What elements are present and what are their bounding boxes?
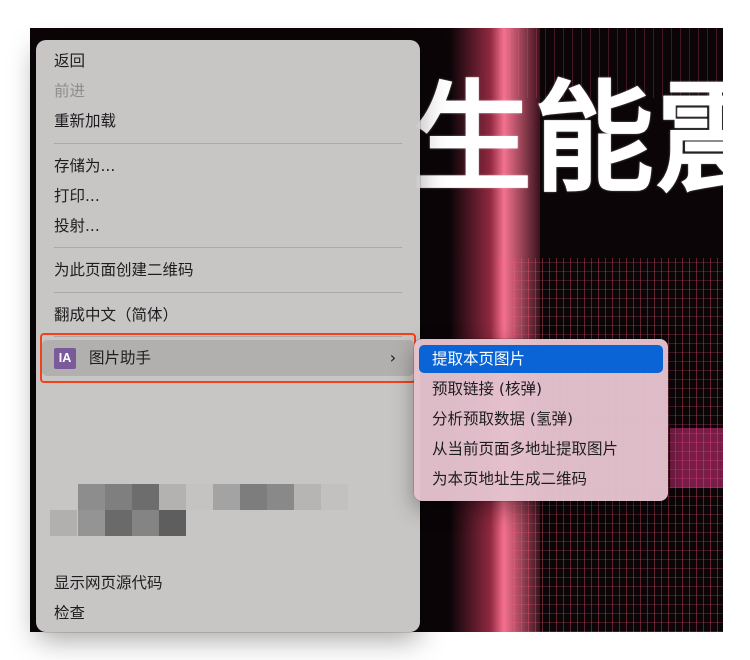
ia-extension-icon: IA	[54, 348, 76, 369]
menu-separator	[54, 143, 402, 144]
menu-item-view-source[interactable]: 显示网页源代码	[54, 572, 163, 594]
menu-item-print[interactable]: 打印...	[54, 185, 100, 207]
menu-item-save-as[interactable]: 存储为...	[54, 155, 115, 177]
menu-item-image-helper-label: 图片助手	[89, 349, 152, 367]
background-headline: 生能震	[412, 70, 723, 209]
menu-item-back[interactable]: 返回	[54, 50, 85, 72]
menu-item-forward: 前进	[54, 82, 86, 100]
menu-item-cast[interactable]: 投射...	[54, 215, 100, 237]
image-helper-submenu: 提取本页图片 预取链接 (核弹) 分析预取数据 (氢弹) 从当前页面多地址提取图…	[414, 339, 668, 501]
menu-item-translate[interactable]: 翻成中文（简体）	[54, 304, 178, 326]
submenu-item-analyze-prefetch[interactable]: 分析预取数据 (氢弹)	[432, 408, 573, 430]
context-menu: 返回 前进 重新加载 存储为... 打印... 投射... 为此页面创建二维码 …	[36, 40, 420, 632]
chevron-right-icon: ›	[389, 348, 397, 367]
menu-separator	[54, 247, 402, 248]
menu-item-inspect[interactable]: 检查	[54, 602, 85, 624]
submenu-item-extract-images[interactable]: 提取本页图片	[432, 348, 525, 370]
menu-item-qr-code[interactable]: 为此页面创建二维码	[54, 259, 194, 281]
menu-separator	[54, 292, 402, 293]
menu-item-reload[interactable]: 重新加载	[54, 110, 116, 132]
submenu-item-multi-address-extract[interactable]: 从当前页面多地址提取图片	[432, 438, 618, 460]
submenu-item-generate-qr[interactable]: 为本页地址生成二维码	[432, 468, 587, 490]
blurred-extension-items	[50, 476, 370, 546]
submenu-item-prefetch-links[interactable]: 预取链接 (核弹)	[432, 378, 542, 400]
menu-separator	[54, 336, 402, 337]
pink-band	[670, 428, 723, 488]
